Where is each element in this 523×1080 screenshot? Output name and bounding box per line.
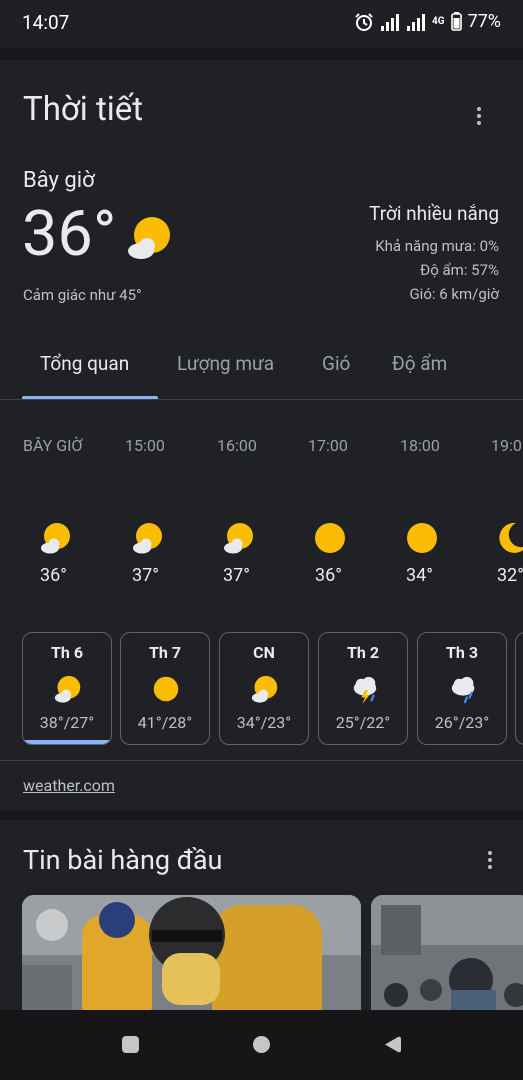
top-stories-card: Tin bài hàng đầu <box>0 820 523 1020</box>
day-card[interactable] <box>515 632 523 745</box>
day-name: Th 7 <box>148 643 182 662</box>
hour-label: 18:00 <box>400 436 440 455</box>
current-temperature: 36° <box>22 198 117 271</box>
status-bar: 14:07 4G 77% <box>0 0 523 48</box>
day-range: 41°/28° <box>137 713 193 732</box>
news-thumbnail[interactable] <box>22 895 361 1020</box>
thunderstorm-icon <box>350 675 380 709</box>
hour-label: 19:0 <box>491 436 522 455</box>
more-options-icon[interactable] <box>478 848 502 872</box>
hour-label: 17:00 <box>308 436 348 455</box>
hour-temp: 36° <box>40 565 67 586</box>
navigation-bar <box>0 1010 523 1080</box>
more-options-icon[interactable] <box>467 104 491 128</box>
sunny-icon <box>314 522 346 558</box>
battery-percent: 77% <box>467 11 501 32</box>
condition-block: Trời nhiều nắng Khả năng mưa: 0% Độ ẩm: … <box>369 202 499 306</box>
divider <box>0 48 523 60</box>
hour-temp: 37° <box>132 565 159 586</box>
back-button[interactable] <box>383 1035 402 1058</box>
selected-day-indicator <box>23 740 111 744</box>
tab-humidity[interactable]: Độ ẩm <box>392 352 447 375</box>
day-name: Th 3 <box>445 643 479 662</box>
top-stories-title: Tin bài hàng đầu <box>23 844 223 876</box>
wind: Gió: 6 km/giờ <box>409 285 499 303</box>
feels-like: Cảm giác như 45° <box>23 286 142 304</box>
rain-chance: Khả năng mưa: 0% <box>375 237 499 255</box>
partly-sunny-icon <box>251 675 279 707</box>
partly-sunny-icon <box>132 522 164 558</box>
news-thumbnail[interactable] <box>371 895 523 1020</box>
day-range: 26°/23° <box>434 713 490 732</box>
active-tab-indicator <box>22 396 158 399</box>
sunny-icon <box>152 675 180 707</box>
humidity: Độ ẩm: 57% <box>420 261 499 279</box>
day-card[interactable]: Th 2 25°/22° <box>318 632 408 745</box>
day-name: CN <box>253 643 275 662</box>
day-range: 34°/23° <box>236 713 292 732</box>
day-range: 25°/22° <box>335 713 391 732</box>
day-range: 38°/27° <box>39 713 95 732</box>
status-time: 14:07 <box>22 11 70 34</box>
day-card[interactable]: Th 3 26°/23° <box>417 632 507 745</box>
weather-title: Thời tiết <box>23 90 144 129</box>
source-link[interactable]: weather.com <box>23 776 115 795</box>
home-button[interactable] <box>252 1035 271 1058</box>
weather-card[interactable]: Thời tiết Bây giờ 36° Cảm giác như 45° T… <box>0 60 523 810</box>
divider <box>0 810 523 820</box>
day-card[interactable]: Th 6 38°/27° <box>22 632 112 745</box>
partly-sunny-icon <box>54 675 82 707</box>
hour-label: 15:00 <box>125 436 165 455</box>
day-name: Th 6 <box>50 643 84 662</box>
day-name: Th 2 <box>346 643 380 662</box>
tab-wind[interactable]: Gió <box>322 352 350 375</box>
rain-icon <box>449 675 479 709</box>
day-card[interactable]: CN 34°/23° <box>219 632 309 745</box>
recent-apps-button[interactable] <box>121 1035 140 1058</box>
alarm-icon <box>354 12 374 32</box>
hour-temp: 37° <box>223 565 250 586</box>
partly-sunny-icon <box>40 522 72 558</box>
hour-temp: 32° <box>497 565 523 586</box>
signal-icon <box>380 13 400 31</box>
hour-label: 16:00 <box>217 436 257 455</box>
hour-temp: 34° <box>406 565 433 586</box>
partly-sunny-icon <box>223 522 255 558</box>
divider <box>0 760 523 761</box>
network-4g-icon: 4G <box>432 15 445 27</box>
battery-icon <box>450 12 462 31</box>
now-label: Bây giờ <box>23 168 95 193</box>
sunny-icon <box>406 522 438 558</box>
tab-precipitation[interactable]: Lượng mưa <box>177 352 274 375</box>
condition-text: Trời nhiều nắng <box>369 202 499 225</box>
signal-icon <box>406 13 426 31</box>
status-icons: 4G 77% <box>354 11 501 32</box>
tab-overview[interactable]: Tổng quan <box>40 352 129 375</box>
weather-tabs: Tổng quan Lượng mưa Gió Độ ẩm <box>0 330 523 400</box>
moon-icon <box>496 522 523 558</box>
hour-label: BÂY GIỜ <box>23 436 83 455</box>
partly-sunny-icon <box>127 215 173 265</box>
day-card[interactable]: Th 7 41°/28° <box>120 632 210 745</box>
hour-temp: 36° <box>315 565 342 586</box>
